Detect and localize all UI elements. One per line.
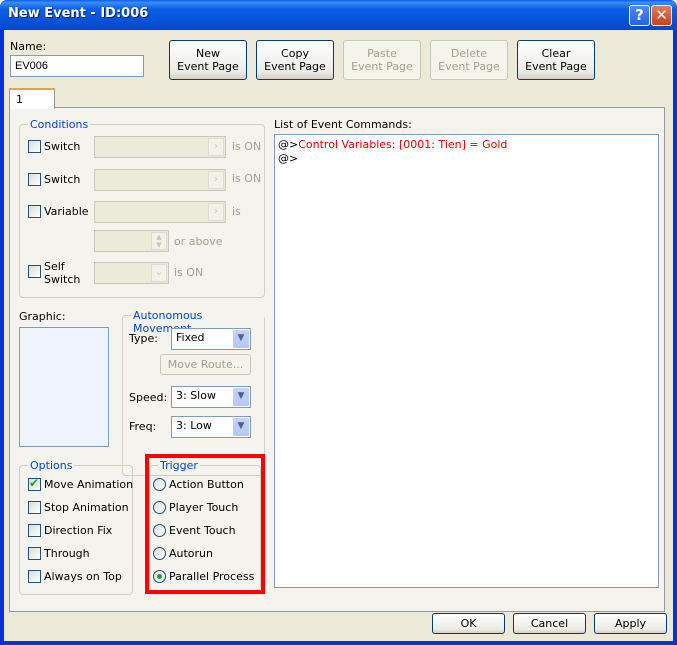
chevron-down-icon: ▼ [233, 388, 249, 406]
close-icon[interactable]: ✕ [651, 5, 672, 26]
switch1-checkbox[interactable] [28, 140, 41, 153]
self-switch-label-line1: Self [44, 260, 65, 273]
clear-event-page-button[interactable]: Clear Event Page [517, 40, 595, 80]
new-event-page-button[interactable]: New Event Page [169, 40, 247, 80]
command-text: Control Variables: [0001: Tien] = Gold [298, 138, 508, 151]
switch2-select[interactable]: › [94, 169, 226, 191]
freq-label: Freq: [129, 420, 157, 433]
button-line: Clear [541, 47, 571, 60]
or-above-label: or above [174, 235, 223, 248]
dialog-body: Name: NewEvent Page CopyEvent Page Paste… [4, 30, 673, 641]
button-line: Paste [367, 47, 397, 60]
speed-select[interactable]: 3: Slow ▼ [171, 386, 251, 408]
switch1-suffix: is ON [232, 140, 262, 153]
window-title: New Event - ID:006 [8, 6, 149, 21]
button-line: Event Page [177, 60, 239, 73]
option-label: Always on Top [44, 570, 122, 583]
event-dialog: New Event - ID:006 ? ✕ Name: NewEvent Pa… [0, 0, 677, 645]
graphic-preview[interactable] [19, 327, 109, 447]
button-label: Move Route... [167, 358, 244, 371]
button-line: Event Page [438, 60, 500, 73]
name-label: Name: [10, 40, 47, 53]
move-route-button[interactable]: Move Route... [160, 354, 251, 375]
button-label: Cancel [530, 617, 569, 630]
freq-select[interactable]: 3: Low ▼ [171, 416, 251, 438]
chevron-right-icon: › [208, 138, 224, 156]
variable-label: Variable [44, 205, 89, 218]
option-checkbox[interactable] [28, 501, 41, 514]
self-switch-label-line2: Switch [44, 273, 81, 286]
variable-select[interactable]: › [94, 201, 226, 223]
self-switch-suffix: is ON [174, 266, 204, 279]
paste-event-page-button[interactable]: Paste Event Page [343, 40, 421, 80]
apply-button[interactable]: Apply [594, 613, 667, 634]
help-icon[interactable]: ? [629, 5, 650, 26]
button-line: New [196, 47, 220, 60]
tab-page-1[interactable]: 1 [9, 88, 55, 109]
name-input[interactable] [10, 55, 144, 77]
option-checkbox[interactable] [28, 476, 41, 491]
button-label: Apply [614, 617, 647, 630]
ok-button[interactable]: OK [432, 613, 505, 634]
cancel-button[interactable]: Cancel [513, 613, 586, 634]
chevron-down-icon: ⌄ [151, 264, 167, 282]
type-label: Type: [129, 332, 158, 345]
button-line: Event Page [264, 60, 326, 73]
option-label: Move Animation [44, 478, 134, 491]
self-switch-select[interactable]: ⌄ [94, 262, 169, 284]
button-label: OK [460, 617, 477, 630]
variable-value-stepper[interactable]: ▲ ▼ [94, 230, 169, 252]
copy-event-page-button[interactable]: Copy Event Page [256, 40, 334, 80]
command-row[interactable]: @> [278, 152, 655, 166]
spin-arrows-icon: ▲ ▼ [151, 232, 167, 250]
option-label: Stop Animation [44, 501, 129, 514]
conditions-title: Conditions [28, 118, 91, 131]
event-commands-list[interactable]: @>Control Variables: [0001: Tien] = Gold… [274, 134, 659, 588]
switch2-suffix: is ON [232, 172, 262, 185]
option-checkbox[interactable] [28, 547, 41, 560]
trigger-highlight-box [145, 454, 265, 594]
command-prefix: @> [278, 152, 299, 165]
delete-event-page-button[interactable]: Delete Event Page [430, 40, 508, 80]
commands-label: List of Event Commands: [274, 118, 412, 131]
option-label: Through [44, 547, 90, 560]
title-bar[interactable]: New Event - ID:006 ? ✕ [0, 0, 677, 30]
graphic-label: Graphic: [19, 310, 66, 323]
chevron-down-icon: ▼ [233, 418, 249, 436]
chevron-right-icon: › [208, 203, 224, 221]
button-line: Copy [281, 47, 309, 60]
chevron-down-icon: ▼ [233, 330, 249, 348]
option-checkbox[interactable] [28, 570, 41, 583]
switch1-label: Switch [44, 140, 81, 153]
type-value: Fixed [176, 331, 205, 344]
command-row[interactable]: @>Control Variables: [0001: Tien] = Gold [278, 138, 655, 152]
button-line: Event Page [351, 60, 413, 73]
switch1-select[interactable]: › [94, 136, 226, 158]
button-line: Delete [450, 47, 488, 60]
button-line: Event Page [525, 60, 587, 73]
variable-suffix: is [232, 205, 241, 218]
freq-value: 3: Low [176, 419, 212, 432]
chevron-right-icon: › [208, 171, 224, 189]
option-label: Direction Fix [44, 524, 113, 537]
command-prefix: @> [278, 138, 299, 151]
type-select[interactable]: Fixed ▼ [171, 328, 251, 350]
option-checkbox[interactable] [28, 524, 41, 537]
switch2-checkbox[interactable] [28, 173, 41, 186]
switch2-label: Switch [44, 173, 81, 186]
speed-label: Speed: [129, 391, 168, 404]
variable-checkbox[interactable] [28, 205, 41, 218]
self-switch-checkbox[interactable] [28, 265, 41, 278]
speed-value: 3: Slow [176, 389, 216, 402]
options-title: Options [28, 459, 75, 472]
